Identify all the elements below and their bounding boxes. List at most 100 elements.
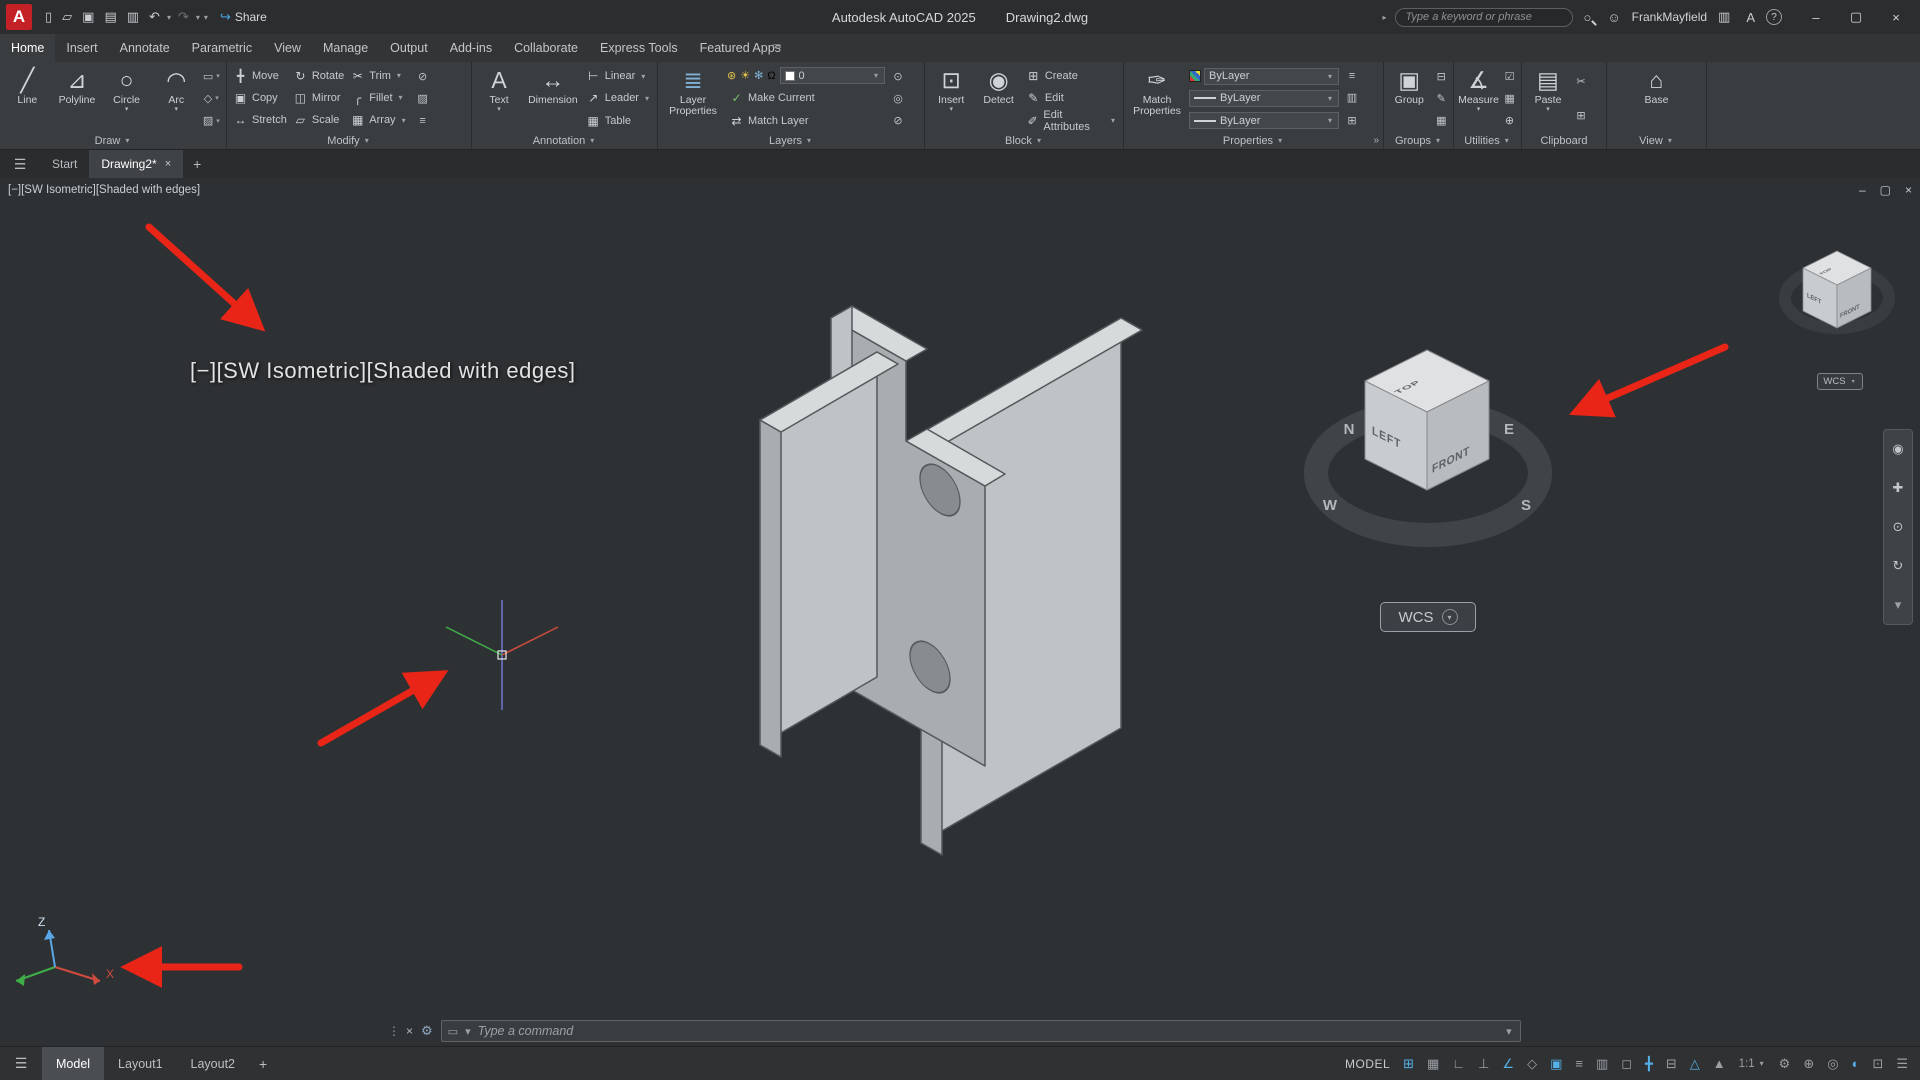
- viewport-controls-label[interactable]: [−][SW Isometric][Shaded with edges]: [8, 184, 200, 196]
- explode-button[interactable]: ⊘: [418, 70, 427, 83]
- viewcube[interactable]: TOP LEFT FRONT: [1365, 350, 1489, 490]
- ribbon-display-toggle-icon[interactable]: ▭: [772, 41, 781, 52]
- 3d-model[interactable]: [760, 306, 1142, 855]
- move-button[interactable]: ╋Move: [231, 65, 289, 86]
- model-space-badge[interactable]: MODEL: [1345, 1057, 1390, 1071]
- layout2-tab[interactable]: Layout2: [177, 1047, 249, 1080]
- search-expand-icon[interactable]: ▸: [1381, 13, 1389, 22]
- apps-icon[interactable]: A: [1741, 10, 1760, 25]
- properties-list-button[interactable]: ≡: [1349, 70, 1355, 82]
- copy-button[interactable]: ▣Copy: [231, 87, 289, 108]
- status-dynamic-ucs-icon[interactable]: ╋: [1645, 1056, 1653, 1072]
- paste-button[interactable]: ▤ Paste ▾: [1526, 65, 1570, 132]
- share-button[interactable]: ↪ Share: [220, 9, 267, 25]
- compass-north-label[interactable]: N: [1344, 421, 1355, 438]
- layout-menu-icon[interactable]: ☰: [0, 1047, 42, 1080]
- zoom-icon[interactable]: ⊙: [1893, 519, 1904, 535]
- user-name[interactable]: FrankMayfield: [1632, 10, 1707, 24]
- recent-commands-icon[interactable]: ▭: [448, 1025, 458, 1038]
- panel-clipboard-label[interactable]: Clipboard: [1522, 132, 1606, 149]
- command-close-icon[interactable]: ×: [406, 1024, 413, 1038]
- line-button[interactable]: ╱ Line: [4, 65, 51, 132]
- panel-view-label[interactable]: View▾: [1607, 132, 1706, 149]
- properties-dialog-button[interactable]: ⊞: [1347, 114, 1356, 127]
- rotate-button[interactable]: ↻Rotate: [291, 65, 346, 86]
- status-autoscale-icon[interactable]: ▲: [1713, 1056, 1726, 1071]
- window-maximize-button[interactable]: ▢: [1836, 0, 1876, 34]
- layout1-tab[interactable]: Layout1: [104, 1047, 176, 1080]
- status-annotation-monitor-icon[interactable]: ⊕: [1803, 1056, 1814, 1072]
- file-tab-start[interactable]: Start: [40, 150, 89, 178]
- layer-select-dropdown[interactable]: 0 ▾: [780, 67, 885, 84]
- recent-commands-caret-icon[interactable]: ▾: [463, 1025, 473, 1038]
- status-cycling-icon[interactable]: ◻: [1621, 1056, 1632, 1072]
- viewport-minimize-icon[interactable]: –: [1859, 183, 1866, 197]
- status-infer-icon[interactable]: ∟: [1452, 1056, 1465, 1071]
- transparency-button[interactable]: ▥: [1347, 91, 1357, 104]
- ungroup-button[interactable]: ⊟: [1437, 70, 1446, 83]
- status-polar-icon[interactable]: ∠: [1502, 1056, 1514, 1072]
- window-close-button[interactable]: ×: [1876, 0, 1916, 34]
- make-current-button[interactable]: ✓Make Current: [727, 87, 885, 108]
- panel-layers-label[interactable]: Layers▾: [658, 132, 924, 149]
- edit-block-button[interactable]: ✎Edit: [1024, 88, 1119, 109]
- cart-icon[interactable]: ▥: [1713, 9, 1735, 25]
- viewport-restore-icon[interactable]: ▢: [1880, 183, 1891, 197]
- status-cleanscreen-icon[interactable]: ⊡: [1872, 1056, 1883, 1072]
- status-annotation-visibility-icon[interactable]: △: [1690, 1056, 1700, 1072]
- layer-thaw-icon[interactable]: ☀: [740, 69, 750, 82]
- help-icon[interactable]: ?: [1766, 9, 1782, 25]
- linetype-dropdown[interactable]: ByLayer▾: [1189, 90, 1339, 107]
- command-customize-icon[interactable]: ⚙: [421, 1023, 433, 1039]
- annotation-scale-button[interactable]: 1:1▾: [1739, 1058, 1766, 1070]
- quick-select-button[interactable]: ☑: [1505, 70, 1515, 83]
- open-file-icon[interactable]: ▱: [57, 9, 77, 25]
- ribbon-tab-express-tools[interactable]: Express Tools: [589, 34, 689, 62]
- compass-south-label[interactable]: S: [1521, 497, 1531, 514]
- status-ortho-icon[interactable]: ⊥: [1478, 1056, 1489, 1072]
- text-button[interactable]: A Text ▾: [476, 65, 522, 132]
- status-lineweight-icon[interactable]: ≡: [1575, 1056, 1583, 1071]
- wcs-dropdown[interactable]: WCS ▾: [1380, 602, 1476, 632]
- fillet-button[interactable]: ╭Fillet▾: [348, 87, 409, 108]
- search-input[interactable]: [1395, 8, 1573, 27]
- quick-calc-button[interactable]: ▦: [1504, 92, 1514, 105]
- command-input-field[interactable]: ▭ ▾ ▾: [441, 1020, 1521, 1042]
- layer-lock-icon[interactable]: Ω: [767, 70, 775, 82]
- status-snap-icon[interactable]: ▦: [1427, 1056, 1439, 1072]
- drawing-canvas[interactable]: [−][SW Isometric][Shaded with edges] – ▢…: [0, 178, 1920, 1046]
- ribbon-tab-view[interactable]: View: [263, 34, 312, 62]
- compass-west-label[interactable]: W: [1323, 497, 1338, 514]
- ribbon-tab-addins[interactable]: Add-ins: [439, 34, 503, 62]
- ellipse-button[interactable]: ◇▾: [204, 92, 221, 105]
- ribbon-tab-home[interactable]: Home: [0, 34, 55, 62]
- undo-caret-icon[interactable]: ▾: [165, 13, 173, 22]
- status-workspace-icon[interactable]: ⚙: [1779, 1056, 1791, 1072]
- layer-freeze-icon[interactable]: ✻: [754, 69, 763, 82]
- array-button[interactable]: ▦Array▾: [348, 110, 409, 131]
- ribbon-tab-annotate[interactable]: Annotate: [109, 34, 181, 62]
- edit-attributes-button[interactable]: ✐Edit Attributes▾: [1024, 110, 1119, 131]
- panel-expand-icon[interactable]: »: [1373, 135, 1379, 146]
- match-properties-button[interactable]: ✑ Match Properties: [1128, 65, 1186, 132]
- new-file-icon[interactable]: ▯: [40, 9, 57, 25]
- save-icon[interactable]: ▣: [77, 9, 99, 25]
- command-input[interactable]: [478, 1024, 1500, 1038]
- cut-button[interactable]: ✂: [1576, 75, 1585, 88]
- redo-caret-icon[interactable]: ▾: [194, 13, 202, 22]
- create-block-button[interactable]: ⊞Create: [1024, 66, 1119, 87]
- ribbon-tab-insert[interactable]: Insert: [55, 34, 108, 62]
- status-graphics-icon[interactable]: ◐: [1852, 1056, 1860, 1071]
- file-tabs-menu-icon[interactable]: ☰: [0, 150, 40, 178]
- command-grip-handle[interactable]: ⋮: [388, 1024, 398, 1038]
- group-edit-button[interactable]: ✎: [1437, 92, 1446, 105]
- panel-properties-label[interactable]: Properties▾ »: [1124, 132, 1383, 149]
- status-customize-icon[interactable]: ☰: [1896, 1056, 1908, 1072]
- layer-off-button[interactable]: ⊘: [893, 114, 902, 127]
- polyline-button[interactable]: ⊿ Polyline: [54, 65, 101, 132]
- table-button[interactable]: ▦Table: [584, 110, 653, 131]
- match-layer-button[interactable]: ⇄Match Layer: [727, 110, 885, 131]
- status-transparency-icon[interactable]: ▥: [1596, 1056, 1608, 1072]
- panel-modify-label[interactable]: Modify▾: [227, 132, 471, 149]
- autocad-logo-icon[interactable]: A: [6, 4, 32, 30]
